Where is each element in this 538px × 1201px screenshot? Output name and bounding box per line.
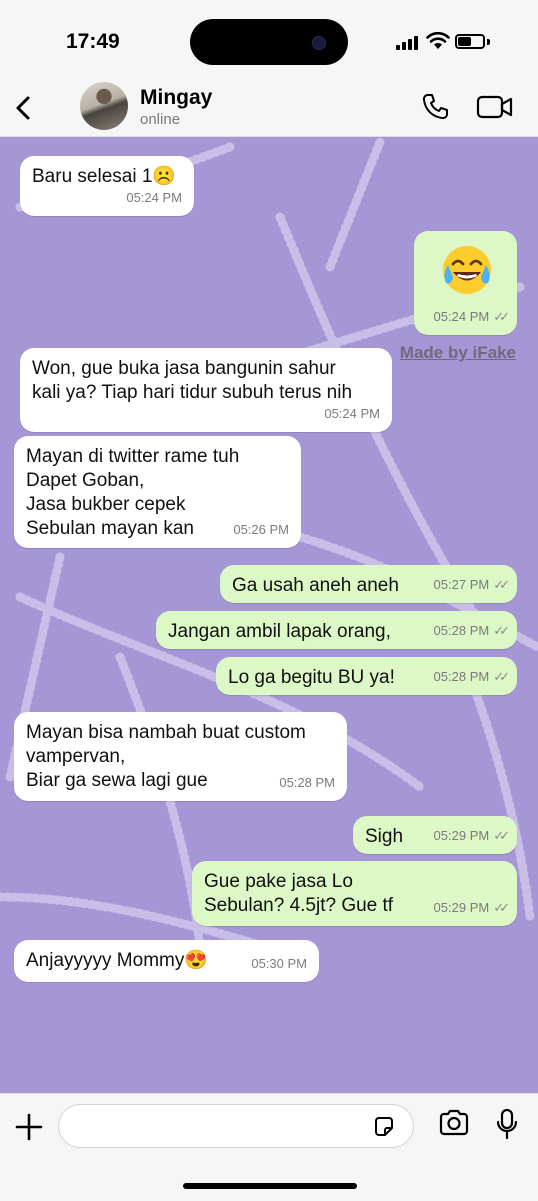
message-input[interactable] bbox=[58, 1104, 414, 1148]
read-receipt-icon: ✓✓ bbox=[493, 623, 510, 638]
read-receipt-icon: ✓✓ bbox=[493, 309, 510, 324]
sticker-icon[interactable] bbox=[372, 1115, 396, 1139]
back-icon[interactable] bbox=[10, 92, 40, 124]
avatar[interactable] bbox=[80, 82, 128, 130]
input-bar bbox=[0, 1093, 538, 1201]
status-time: 17:49 bbox=[66, 30, 120, 53]
read-receipt-icon: ✓✓ bbox=[493, 577, 510, 592]
message-time: 05:24 PM bbox=[126, 190, 182, 205]
message-time: 05:26 PM bbox=[233, 522, 289, 537]
message-time: 05:28 PM bbox=[279, 775, 335, 790]
camera-dot bbox=[312, 36, 326, 50]
message-meta: 05:29 PM ✓✓ bbox=[433, 824, 510, 848]
wifi-icon bbox=[426, 32, 450, 49]
message-time: 05:30 PM bbox=[251, 956, 307, 971]
read-receipt-icon: ✓✓ bbox=[493, 669, 510, 684]
dynamic-island bbox=[190, 19, 348, 65]
tears-of-joy-emoji-icon bbox=[443, 246, 491, 294]
outgoing-message[interactable]: 05:24 PM ✓✓ bbox=[414, 231, 517, 335]
message-meta: 05:27 PM ✓✓ bbox=[433, 573, 510, 597]
camera-icon[interactable] bbox=[438, 1109, 470, 1137]
battery-icon bbox=[455, 34, 485, 49]
outgoing-message[interactable]: Gue pake jasa Lo Sebulan? 4.5jt? Gue tf 0… bbox=[192, 861, 517, 926]
plus-icon[interactable] bbox=[14, 1112, 44, 1142]
read-receipt-icon: ✓✓ bbox=[493, 900, 510, 915]
outgoing-message[interactable]: Jangan ambil lapak orang, 05:28 PM ✓✓ bbox=[156, 611, 517, 649]
message-time: 05:28 PM bbox=[433, 669, 490, 684]
message-meta: 05:29 PM ✓✓ bbox=[433, 896, 510, 920]
message-time: 05:24 PM bbox=[433, 309, 490, 324]
battery-cap bbox=[487, 39, 490, 45]
outgoing-message[interactable]: Lo ga begitu BU ya! 05:28 PM ✓✓ bbox=[216, 657, 517, 695]
message-meta: 05:28 PM ✓✓ bbox=[433, 665, 510, 689]
message-time: 05:24 PM bbox=[324, 406, 380, 421]
contact-status: online bbox=[140, 111, 181, 128]
message-time: 05:29 PM bbox=[433, 900, 490, 915]
incoming-message[interactable]: Won, gue buka jasa bangunin sahur kali y… bbox=[20, 348, 392, 432]
chat-area[interactable]: Baru selesai 1☹️ 05:24 PM 05:24 PM ✓✓ Won, g… bbox=[0, 137, 538, 1093]
outgoing-message[interactable]: Ga usah aneh aneh 05:27 PM ✓✓ bbox=[220, 565, 517, 603]
outgoing-message[interactable]: Sigh 05:29 PM ✓✓ bbox=[353, 816, 517, 854]
home-indicator bbox=[183, 1183, 357, 1189]
message-time: 05:29 PM bbox=[433, 828, 490, 843]
contact-name[interactable]: Mingay bbox=[140, 86, 212, 110]
message-meta: 05:30 PM bbox=[251, 952, 307, 976]
status-bar: 17:49 bbox=[0, 0, 538, 84]
read-receipt-icon: ✓✓ bbox=[493, 828, 510, 843]
message-time: 05:28 PM bbox=[433, 623, 490, 638]
message-meta: 05:24 PM bbox=[324, 402, 380, 426]
incoming-message[interactable]: Mayan bisa nambah buat custom vampervan,… bbox=[14, 712, 347, 801]
watermark: Made by iFake bbox=[399, 343, 516, 362]
message-meta: 05:28 PM bbox=[279, 771, 335, 795]
video-icon[interactable] bbox=[476, 94, 514, 120]
message-text: Won, gue buka jasa bangunin sahur kali y… bbox=[32, 358, 353, 403]
chat-header: Mingay online bbox=[0, 82, 538, 137]
signal-icon bbox=[396, 36, 422, 50]
phone-icon[interactable] bbox=[420, 92, 450, 122]
message-meta: 05:24 PM bbox=[126, 186, 182, 210]
mic-icon[interactable] bbox=[496, 1108, 518, 1140]
message-meta: 05:24 PM ✓✓ bbox=[433, 305, 510, 329]
incoming-message[interactable]: Anjayyyyy Mommy😍 05:30 PM bbox=[14, 940, 319, 982]
incoming-message[interactable]: Baru selesai 1☹️ 05:24 PM bbox=[20, 156, 194, 216]
message-meta: 05:28 PM ✓✓ bbox=[433, 619, 510, 643]
message-meta: 05:26 PM bbox=[233, 518, 289, 542]
incoming-message[interactable]: Mayan di twitter rame tuh Dapet Goban, J… bbox=[14, 436, 301, 548]
message-time: 05:27 PM bbox=[433, 577, 490, 592]
